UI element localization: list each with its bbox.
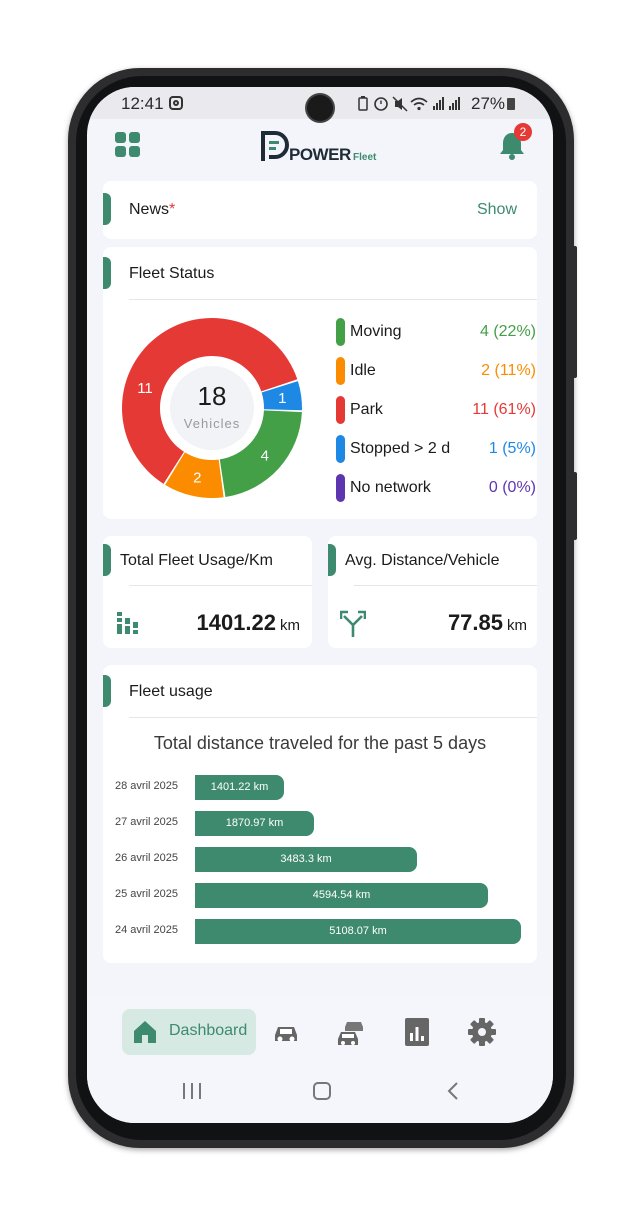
recent-apps-icon[interactable]: [181, 1081, 203, 1107]
donut-center: 18 Vehicles: [167, 381, 257, 431]
bar-chart-icon: [117, 612, 138, 634]
fleet-usage-card: Fleet usage Total distance traveled for …: [103, 665, 537, 963]
total-vehicles-count: 18: [197, 381, 227, 411]
legend-color-idle: [336, 357, 345, 385]
chart-title: Total distance traveled for the past 5 d…: [153, 733, 487, 753]
app-logo: POWER Fleet: [259, 127, 389, 167]
bar-category-label: 27 avril 2025: [115, 816, 178, 828]
legend-label-stopped: Stopped > 2 d: [350, 440, 451, 457]
donut-label-stopped: 1: [278, 390, 286, 407]
avg-distance-title: Avg. Distance/Vehicle: [345, 552, 500, 569]
wifi-icon: [410, 97, 428, 111]
alarm-icon: [374, 97, 388, 111]
legend-park[interactable]: Park 11 (61%): [336, 396, 536, 424]
donut-label-idle: 2: [193, 469, 201, 486]
divider: [354, 585, 537, 586]
legend-value-park: 11 (61%): [472, 401, 536, 418]
card-accent: [103, 544, 111, 576]
front-camera: [307, 95, 333, 121]
bottom-nav: Dashboard: [87, 997, 553, 1067]
divider: [129, 299, 537, 300]
battery-icon: [507, 98, 515, 110]
legend-color-moving: [336, 318, 345, 346]
legend-label-idle: Idle: [350, 362, 376, 379]
legend-color-park: [336, 396, 345, 424]
card-accent: [103, 193, 111, 225]
legend-label-moving: Moving: [350, 323, 402, 340]
avg-distance-card: Avg. Distance/Vehicle 77.85 km: [328, 536, 537, 648]
legend-idle[interactable]: Idle 2 (11%): [336, 357, 536, 385]
back-button-icon[interactable]: [445, 1081, 461, 1107]
card-accent: [103, 675, 111, 707]
status-bar: 12:41 27%: [87, 87, 553, 121]
nav-dashboard-label: Dashboard: [169, 1022, 248, 1039]
distance-bar[interactable]: 4594.54 km: [195, 883, 488, 908]
fleet-status-title: Fleet Status: [129, 265, 215, 282]
legend-label-park: Park: [350, 401, 383, 418]
legend-color-no-network: [336, 474, 345, 502]
mute-icon: [392, 96, 408, 112]
status-time: 12:41: [121, 94, 164, 113]
car-icon[interactable]: [271, 1017, 301, 1047]
legend-label-no-network: No network: [350, 479, 431, 496]
fleet-status-card: Fleet Status 2 4 1 11 18 Vehicles Moving 4 …: [103, 247, 537, 519]
logo-fleet-text: Fleet: [353, 152, 377, 163]
distance-bar[interactable]: 1870.97 km: [195, 811, 314, 836]
screen: 12:41 27% POWER Fleet 2 News* Show Fleet…: [87, 87, 553, 1123]
news-show-link[interactable]: Show: [477, 201, 517, 219]
battery-saver-icon: [358, 96, 368, 111]
bar-category-label: 25 avril 2025: [115, 888, 178, 900]
menu-grid-icon[interactable]: [115, 132, 141, 158]
battery-percent: 27%: [471, 94, 506, 113]
bar-category-label: 28 avril 2025: [115, 780, 178, 792]
app-header: POWER Fleet 2: [87, 119, 553, 181]
notification-badge: 2: [514, 123, 532, 141]
fleet-cars-icon[interactable]: [335, 1017, 365, 1047]
reports-icon[interactable]: [403, 1017, 433, 1047]
legend-value-no-network: 0 (0%): [488, 479, 536, 496]
bar-category-label: 26 avril 2025: [115, 852, 178, 864]
status-icons: [357, 94, 465, 115]
news-title: News*: [129, 201, 176, 218]
legend-value-idle: 2 (11%): [481, 362, 536, 379]
total-fleet-usage-value: 1401.22 km: [196, 610, 300, 635]
avg-distance-value: 77.85 km: [447, 610, 527, 635]
volume-button: [571, 246, 577, 378]
legend-value-stopped: 1 (5%): [488, 440, 536, 457]
system-nav-bar: [87, 1067, 553, 1123]
home-icon: [134, 1021, 156, 1043]
instagram-icon: [169, 96, 183, 110]
power-button: [571, 472, 577, 540]
donut-label-moving: 4: [261, 448, 269, 465]
total-vehicles-label: Vehicles: [183, 416, 241, 431]
distance-bar[interactable]: 5108.07 km: [195, 919, 521, 944]
distance-bar[interactable]: 1401.22 km: [195, 775, 284, 800]
logo-power-text: POWER: [289, 145, 351, 164]
donut-label-park: 11: [137, 380, 153, 397]
nav-dashboard[interactable]: Dashboard: [122, 1009, 256, 1055]
route-fork-icon: [340, 610, 366, 637]
distance-bar[interactable]: 3483.3 km: [195, 847, 417, 872]
card-accent: [328, 544, 336, 576]
divider: [129, 717, 537, 718]
signal-icon: [449, 97, 460, 110]
card-accent: [103, 257, 111, 289]
total-fleet-usage-title: Total Fleet Usage/Km: [120, 552, 273, 569]
legend-value-moving: 4 (22%): [479, 323, 536, 340]
total-fleet-usage-card: Total Fleet Usage/Km 1401.22 km: [103, 536, 312, 648]
logo-mark-icon: [261, 131, 289, 161]
settings-icon[interactable]: [467, 1017, 497, 1047]
bar-category-label: 24 avril 2025: [115, 924, 178, 936]
news-card: News* Show: [103, 181, 537, 239]
divider: [129, 585, 312, 586]
legend-moving[interactable]: Moving 4 (22%): [336, 318, 536, 346]
legend-no-network[interactable]: No network 0 (0%): [336, 474, 536, 502]
legend-color-stopped: [336, 435, 345, 463]
signal-icon: [433, 97, 444, 110]
legend-stopped[interactable]: Stopped > 2 d 1 (5%): [336, 435, 536, 463]
fleet-usage-title: Fleet usage: [129, 683, 213, 700]
home-button-icon[interactable]: [312, 1081, 332, 1107]
